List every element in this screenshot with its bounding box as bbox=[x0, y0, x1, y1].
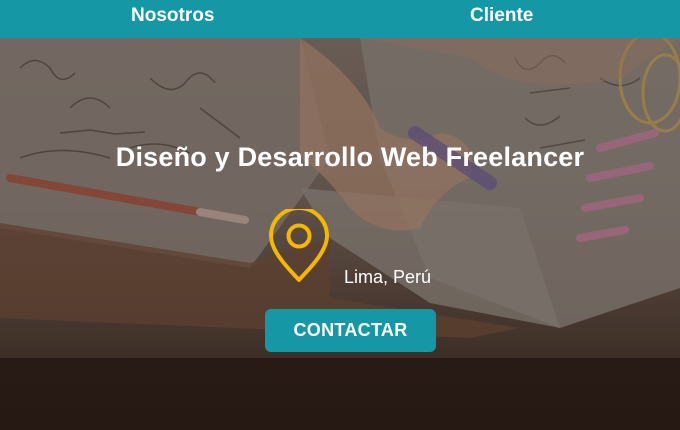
hero-section bbox=[0, 38, 680, 430]
hero-overlay bbox=[0, 38, 680, 430]
map-pin-icon bbox=[269, 209, 329, 282]
page: Nosotros Cliente Diseño y Desarrollo Web… bbox=[0, 0, 680, 430]
hero-title: Diseño y Desarrollo Web Freelancer bbox=[115, 142, 585, 172]
location-text: Lima, Perú bbox=[344, 267, 432, 287]
nav-link-nosotros[interactable]: Nosotros bbox=[131, 0, 214, 32]
top-navbar: Nosotros Cliente bbox=[0, 0, 680, 38]
nav-link-cliente[interactable]: Cliente bbox=[470, 0, 533, 32]
contact-button[interactable]: CONTACTAR bbox=[265, 309, 436, 352]
